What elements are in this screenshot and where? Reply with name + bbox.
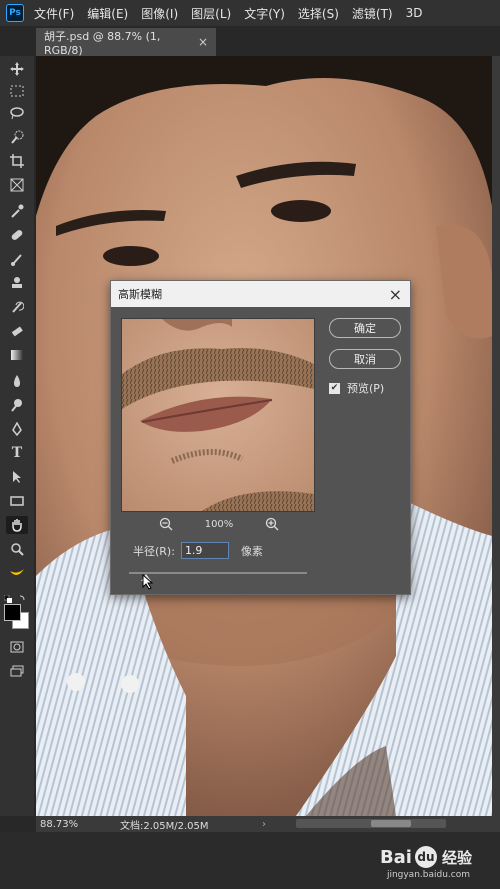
tab-close-icon[interactable]: ×: [198, 35, 208, 49]
zoom-level: 100%: [204, 518, 234, 530]
menu-3d[interactable]: 3D: [406, 6, 423, 20]
zoom-out-icon[interactable]: [159, 517, 173, 531]
color-swatches[interactable]: [2, 602, 30, 630]
menu-layer[interactable]: 图层(L): [191, 5, 231, 22]
eraser-icon[interactable]: [6, 322, 28, 340]
path-select-icon[interactable]: [6, 468, 28, 486]
logo-text-jingyan: 经验: [441, 848, 472, 867]
horizontal-scroll-thumb[interactable]: [371, 820, 411, 827]
move-icon[interactable]: [6, 60, 28, 78]
zoom-percentage[interactable]: 88.73%: [36, 819, 100, 830]
status-bar: 88.73% 文档:2.05M/2.05M ›: [36, 816, 500, 832]
dialog-title: 高斯模糊: [118, 288, 162, 301]
document-tab-title: 胡子.psd @ 88.7% (1, RGB/8): [44, 29, 161, 57]
vertical-scrollbar[interactable]: [492, 56, 500, 816]
gradient-icon[interactable]: [6, 346, 28, 364]
preview-label: 预览(P): [347, 382, 385, 395]
crop-icon[interactable]: [6, 152, 28, 170]
radius-input[interactable]: 1.9: [180, 542, 229, 559]
eyedropper-icon[interactable]: [6, 202, 28, 220]
menu-bar: Ps 文件(F) 编辑(E) 图像(I) 图层(L) 文字(Y) 选择(S) 滤…: [0, 0, 500, 26]
foreground-color-swatch[interactable]: [4, 604, 21, 621]
banana-icon[interactable]: [6, 564, 28, 582]
cursor-icon: [142, 574, 154, 590]
document-size: 文档:2.05M/2.05M: [120, 820, 209, 832]
menu-type[interactable]: 文字(Y): [244, 5, 285, 22]
menu-edit[interactable]: 编辑(E): [87, 5, 128, 22]
preview-image: [122, 319, 314, 511]
quick-mask-icon[interactable]: [6, 638, 28, 656]
pen-icon[interactable]: [6, 420, 28, 438]
screen-mode-icon[interactable]: [6, 662, 28, 680]
menu-filter[interactable]: 滤镜(T): [352, 5, 393, 22]
marquee-icon[interactable]: [6, 82, 28, 100]
radius-label: 半径(R):: [133, 544, 175, 558]
brush-icon[interactable]: [6, 250, 28, 268]
horizontal-scrollbar[interactable]: [296, 819, 446, 828]
frame-icon[interactable]: [6, 176, 28, 194]
baidu-jingyan-logo: Bai du 经验: [380, 846, 472, 868]
preview-zoom-controls: 100%: [159, 517, 279, 531]
clone-stamp-icon[interactable]: [6, 274, 28, 292]
rectangle-icon[interactable]: [6, 492, 28, 510]
radius-unit: 像素: [240, 544, 263, 558]
zoom-icon[interactable]: [6, 540, 28, 558]
dialog-close-icon[interactable]: ×: [389, 285, 402, 304]
document-tab[interactable]: 胡子.psd @ 88.7% (1, RGB/8) ×: [36, 28, 216, 57]
logo-text-bai: Bai: [379, 846, 412, 868]
zoom-in-icon[interactable]: [265, 517, 279, 531]
filter-preview[interactable]: [121, 318, 315, 512]
watermark-url: jingyan.baidu.com: [386, 870, 470, 880]
healing-brush-icon[interactable]: [6, 226, 28, 244]
type-icon[interactable]: T: [6, 444, 28, 462]
history-brush-icon[interactable]: [6, 298, 28, 316]
quick-select-icon[interactable]: [6, 128, 28, 146]
lasso-icon[interactable]: [6, 104, 28, 122]
bottom-area: Bai du 经验 jingyan.baidu.com: [0, 832, 500, 889]
menu-file[interactable]: 文件(F): [34, 5, 74, 22]
default-colors-icon[interactable]: [3, 590, 28, 603]
menu-select[interactable]: 选择(S): [298, 5, 339, 22]
dialog-title-bar[interactable]: 高斯模糊 ×: [111, 281, 410, 307]
dodge-icon[interactable]: [6, 396, 28, 414]
radius-slider[interactable]: [129, 572, 307, 574]
cancel-button[interactable]: 取消: [329, 349, 401, 369]
menu-image[interactable]: 图像(I): [141, 5, 178, 22]
status-menu-arrow[interactable]: ›: [262, 819, 266, 830]
preview-checkbox-row[interactable]: ✔ 预览(P): [329, 380, 384, 396]
gaussian-blur-dialog: 高斯模糊 × 确定 取消 ✔ 预览(P) 100% 半径(R): 1.9 像素: [110, 280, 411, 595]
blur-icon[interactable]: [6, 372, 28, 390]
preview-checkbox[interactable]: ✔: [329, 382, 340, 394]
tools-panel: T: [0, 56, 34, 816]
photoshop-logo: Ps: [6, 4, 24, 22]
radius-row: 半径(R): 1.9 像素: [133, 542, 263, 559]
hand-icon[interactable]: [6, 516, 28, 534]
document-tab-bar: 胡子.psd @ 88.7% (1, RGB/8) ×: [36, 26, 500, 57]
paw-icon: du: [414, 846, 437, 868]
ok-button[interactable]: 确定: [329, 318, 401, 338]
